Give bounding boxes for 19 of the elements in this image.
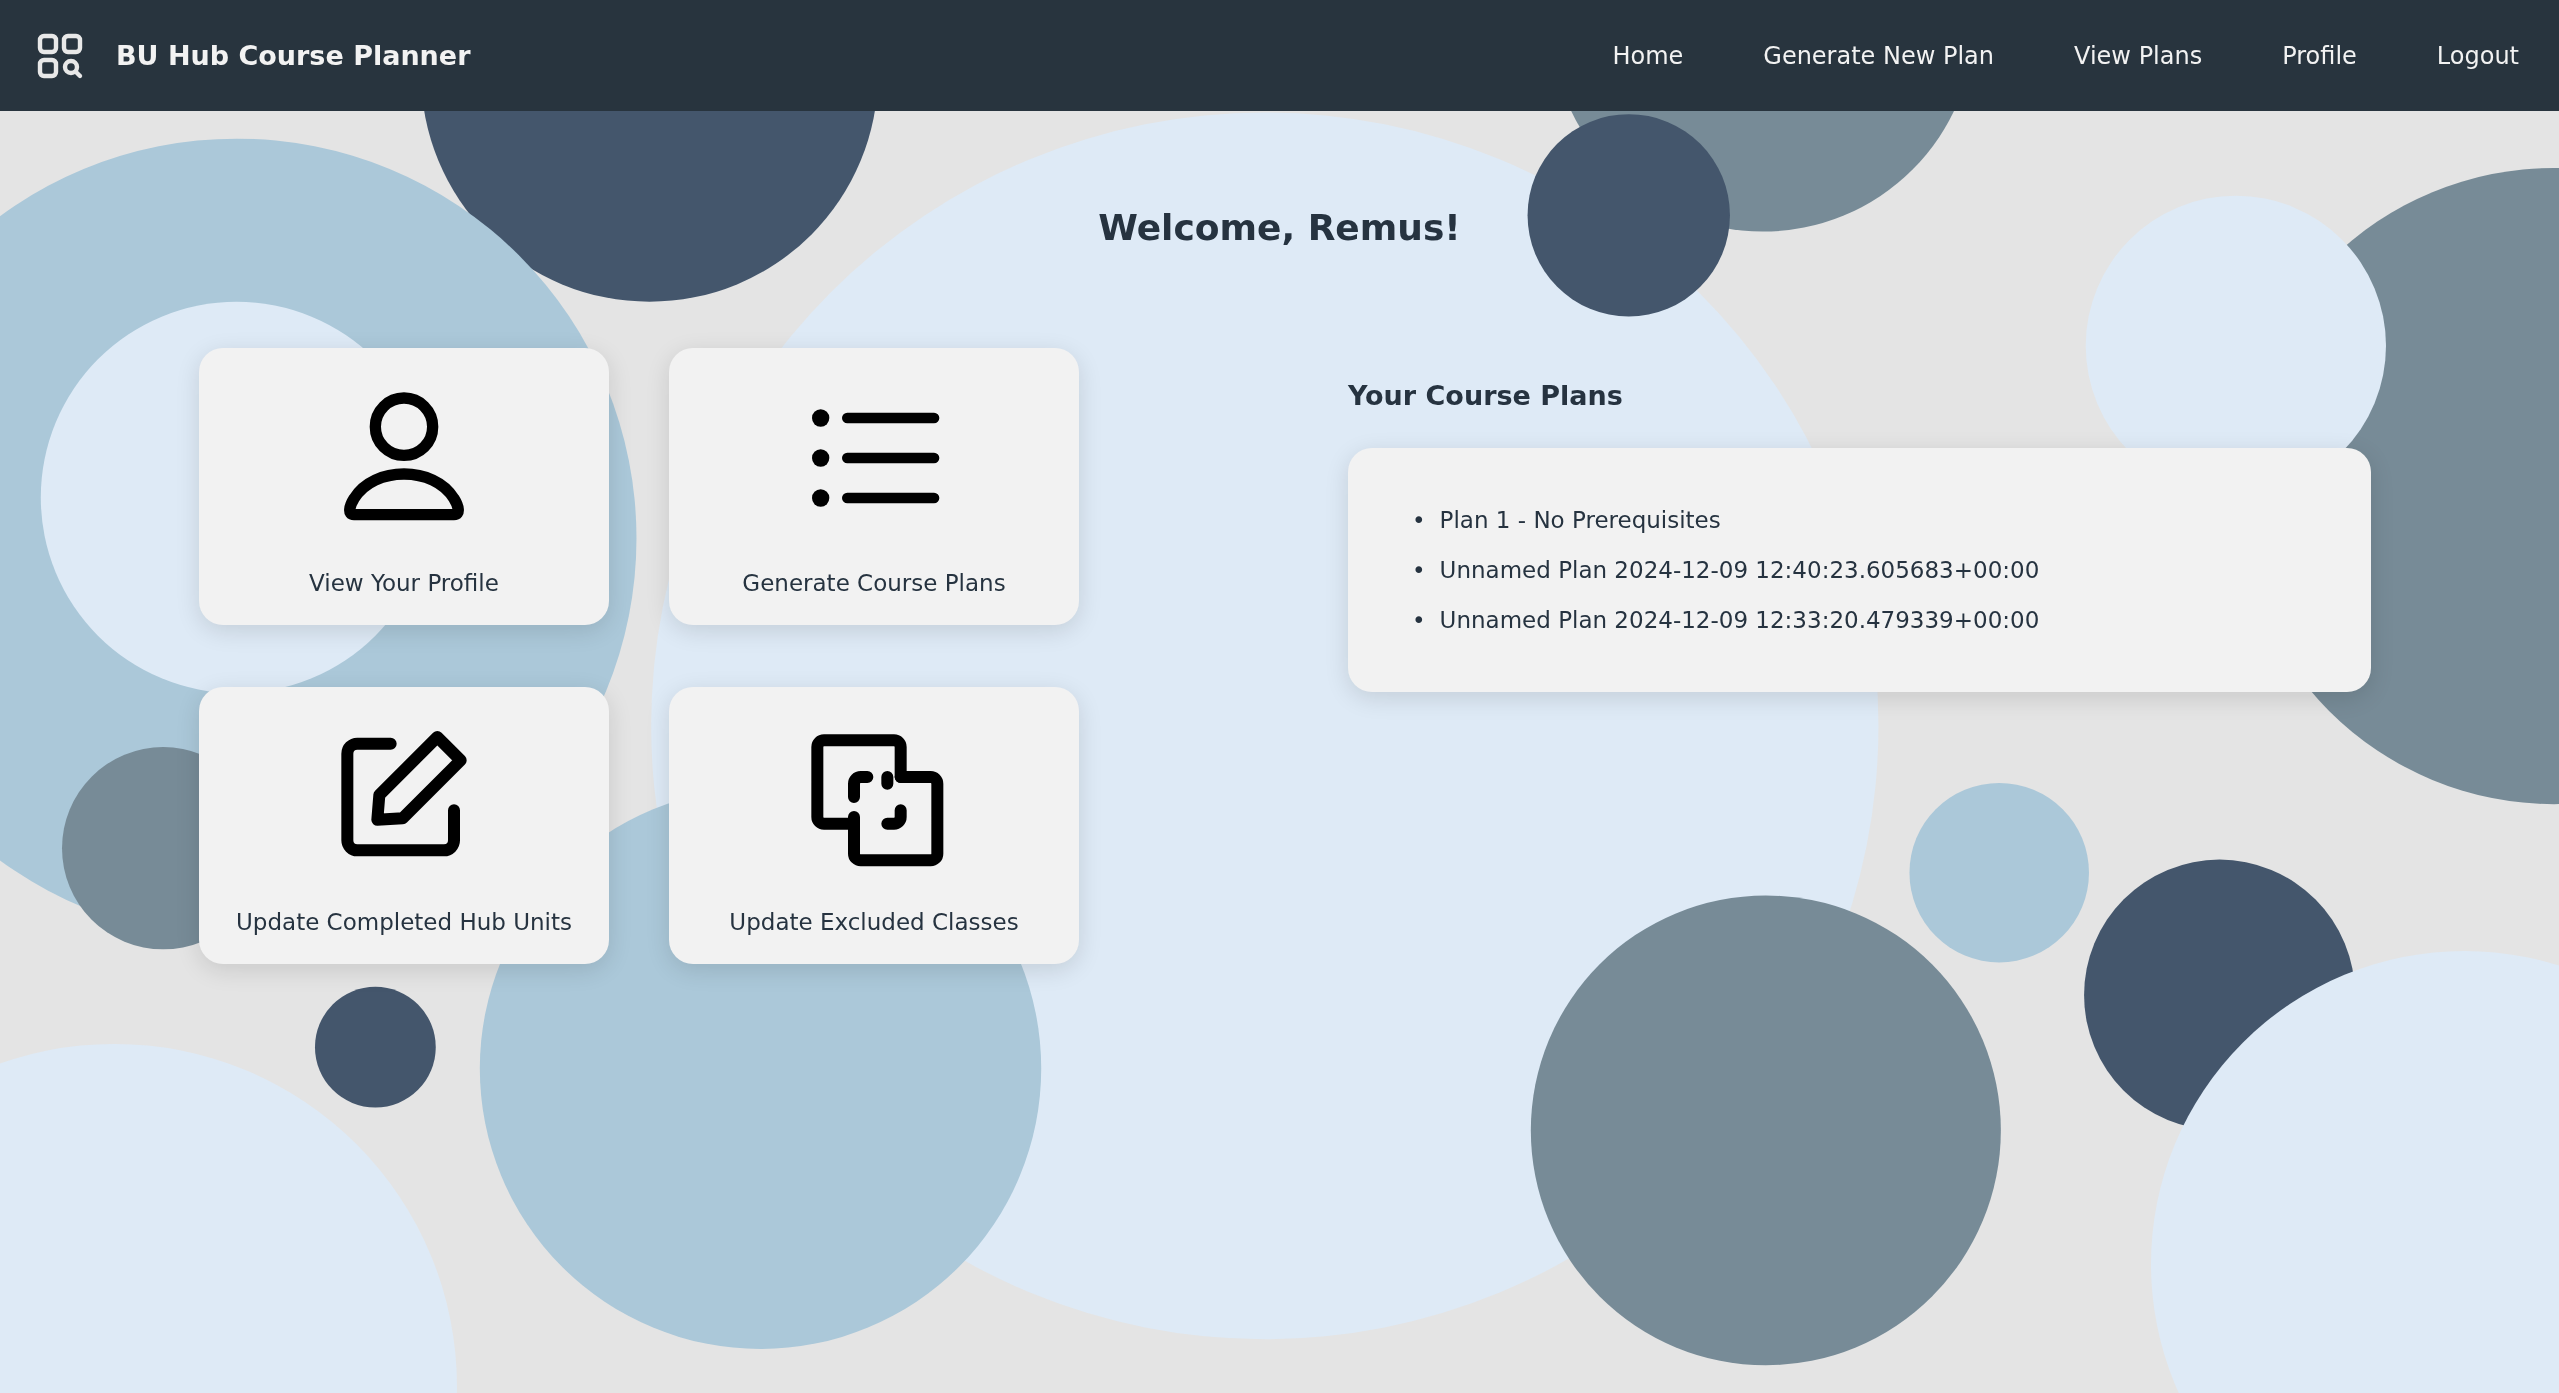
nav-link[interactable]: View Plans (2074, 41, 2203, 70)
action-card[interactable]: Update Completed Hub Units (199, 687, 609, 964)
action-card[interactable]: Update Excluded Classes (669, 687, 1079, 964)
nav-link[interactable]: Logout (2436, 41, 2519, 70)
nav-link[interactable]: Profile (2282, 41, 2357, 70)
action-card[interactable]: View Your Profile (199, 348, 609, 625)
welcome-heading: Welcome, Remus! (1098, 206, 1461, 250)
section-heading: Your Course Plans (1348, 379, 1623, 413)
plan-link[interactable]: Unnamed Plan 2024-12-09 12:40:23.605683+00:00 (1439, 554, 2040, 586)
action-card[interactable]: Generate Course Plans (669, 348, 1079, 625)
nav-link[interactable]: Generate New Plan (1763, 41, 1995, 70)
plan-link[interactable]: Unnamed Plan 2024-12-09 12:33:20.479339+00:00 (1439, 604, 2040, 636)
list-bullet: • (1412, 556, 1426, 585)
nav-link[interactable]: Home (1612, 41, 1684, 70)
app-title: BU Hub Course Planner (116, 40, 471, 71)
list-bullet: • (1412, 606, 1426, 635)
grid-search-icon (36, 31, 84, 80)
plan-link[interactable]: Plan 1 - No Prerequisites (1439, 504, 1721, 536)
list-bullet: • (1412, 506, 1426, 535)
